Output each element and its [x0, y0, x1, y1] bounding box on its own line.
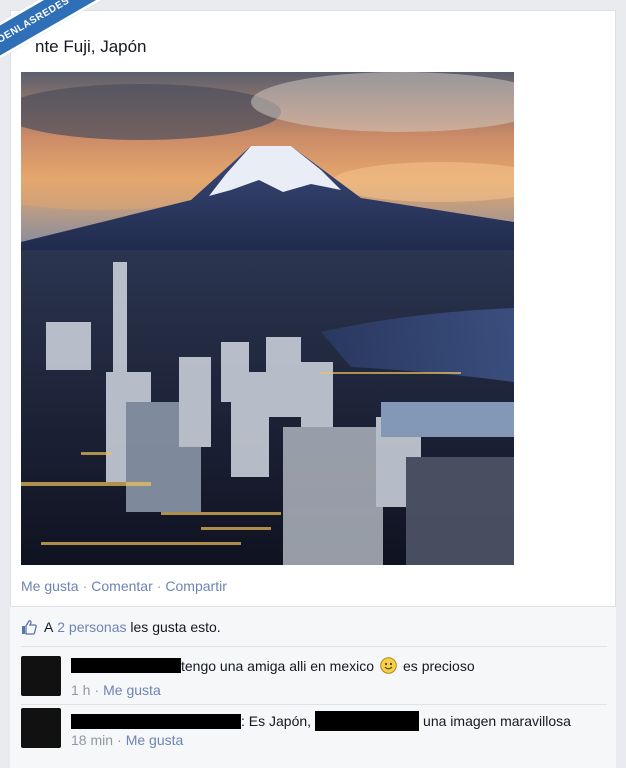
thumbs-up-icon — [22, 620, 37, 635]
separator: · — [117, 732, 122, 748]
likes-prefix: A — [44, 619, 54, 635]
post-photo[interactable] — [21, 72, 514, 565]
separator: · — [82, 578, 88, 594]
divider — [21, 646, 607, 647]
avatar[interactable] — [21, 708, 61, 748]
separator: · — [156, 578, 162, 594]
comment-text: tengo una amiga alli en mexico es precio… — [71, 657, 475, 674]
comment-text-b: una imagen maravillosa — [423, 713, 571, 729]
comment-time[interactable]: 18 min — [71, 732, 113, 748]
redacted-text — [315, 711, 420, 731]
likes-suffix: les gusta esto. — [130, 619, 221, 635]
comment-link[interactable]: Comentar — [91, 578, 152, 594]
redacted-name — [71, 658, 181, 673]
comment-meta: 1 h · Me gusta — [71, 682, 161, 698]
separator: · — [94, 682, 100, 698]
comment-time[interactable]: 1 h — [71, 682, 90, 698]
comment-like-link[interactable]: Me gusta — [126, 732, 184, 748]
comment-meta: 18 min · Me gusta — [71, 732, 183, 748]
like-link[interactable]: Me gusta — [21, 578, 79, 594]
comment-like-link[interactable]: Me gusta — [103, 682, 161, 698]
comment-text-a: tengo una amiga alli en mexico — [181, 657, 375, 674]
mount-fuji-city-image — [21, 72, 514, 565]
comment-text-a: : Es Japón, — [241, 713, 312, 729]
avatar[interactable] — [21, 656, 61, 696]
share-link[interactable]: Compartir — [165, 578, 226, 594]
likes-people-link[interactable]: 2 personas — [57, 619, 126, 635]
smiley-icon — [380, 657, 397, 674]
divider — [21, 704, 607, 705]
likes-summary: A 2 personas les gusta esto. — [21, 619, 221, 635]
post-actions: Me gusta · Comentar · Compartir — [21, 578, 227, 594]
redacted-name — [71, 713, 241, 729]
comment-text-b: es precioso — [403, 657, 475, 674]
comment-text: : Es Japón, una imagen maravillosa — [71, 711, 571, 731]
